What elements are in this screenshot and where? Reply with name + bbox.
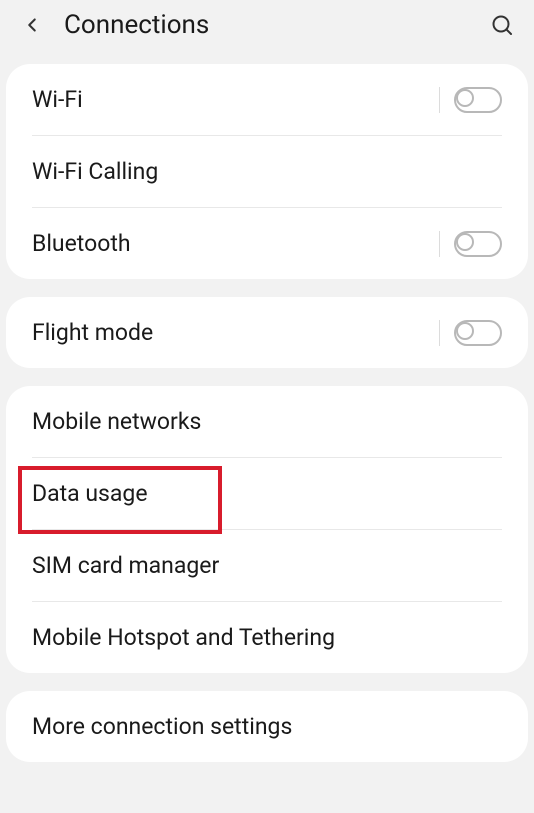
flight-mode-toggle[interactable] [454,320,502,346]
toggle-separator [439,231,440,257]
settings-group: Mobile networks Data usage SIM card mana… [6,386,528,673]
settings-group: Wi-Fi Wi-Fi Calling Bluetooth [6,64,528,279]
row-sim-card-manager[interactable]: SIM card manager [6,530,528,601]
settings-group: More connection settings [6,691,528,762]
row-mobile-hotspot[interactable]: Mobile Hotspot and Tethering [6,602,528,673]
toggle-knob [456,322,474,340]
page-title: Connections [64,10,488,40]
row-label: More connection settings [32,713,502,740]
row-bluetooth[interactable]: Bluetooth [6,208,528,279]
row-label: Bluetooth [32,230,439,257]
row-wifi[interactable]: Wi-Fi [6,64,528,135]
row-wifi-calling[interactable]: Wi-Fi Calling [6,136,528,207]
toggle-separator [439,320,440,346]
toggle-knob [456,233,474,251]
row-flight-mode[interactable]: Flight mode [6,297,528,368]
row-label: Wi-Fi [32,86,439,113]
back-icon[interactable] [18,11,46,39]
row-label: Flight mode [32,319,439,346]
toggle-separator [439,87,440,113]
row-mobile-networks[interactable]: Mobile networks [6,386,528,457]
settings-group: Flight mode [6,297,528,368]
row-label: Mobile Hotspot and Tethering [32,624,502,651]
bluetooth-toggle[interactable] [454,231,502,257]
row-more-connection[interactable]: More connection settings [6,691,528,762]
header: Connections [0,0,534,56]
row-label: SIM card manager [32,552,502,579]
row-data-usage[interactable]: Data usage [6,458,528,529]
wifi-toggle[interactable] [454,87,502,113]
row-label: Mobile networks [32,408,502,435]
toggle-knob [456,89,474,107]
row-label: Data usage [32,480,502,507]
row-label: Wi-Fi Calling [32,158,502,185]
search-icon[interactable] [488,11,516,39]
